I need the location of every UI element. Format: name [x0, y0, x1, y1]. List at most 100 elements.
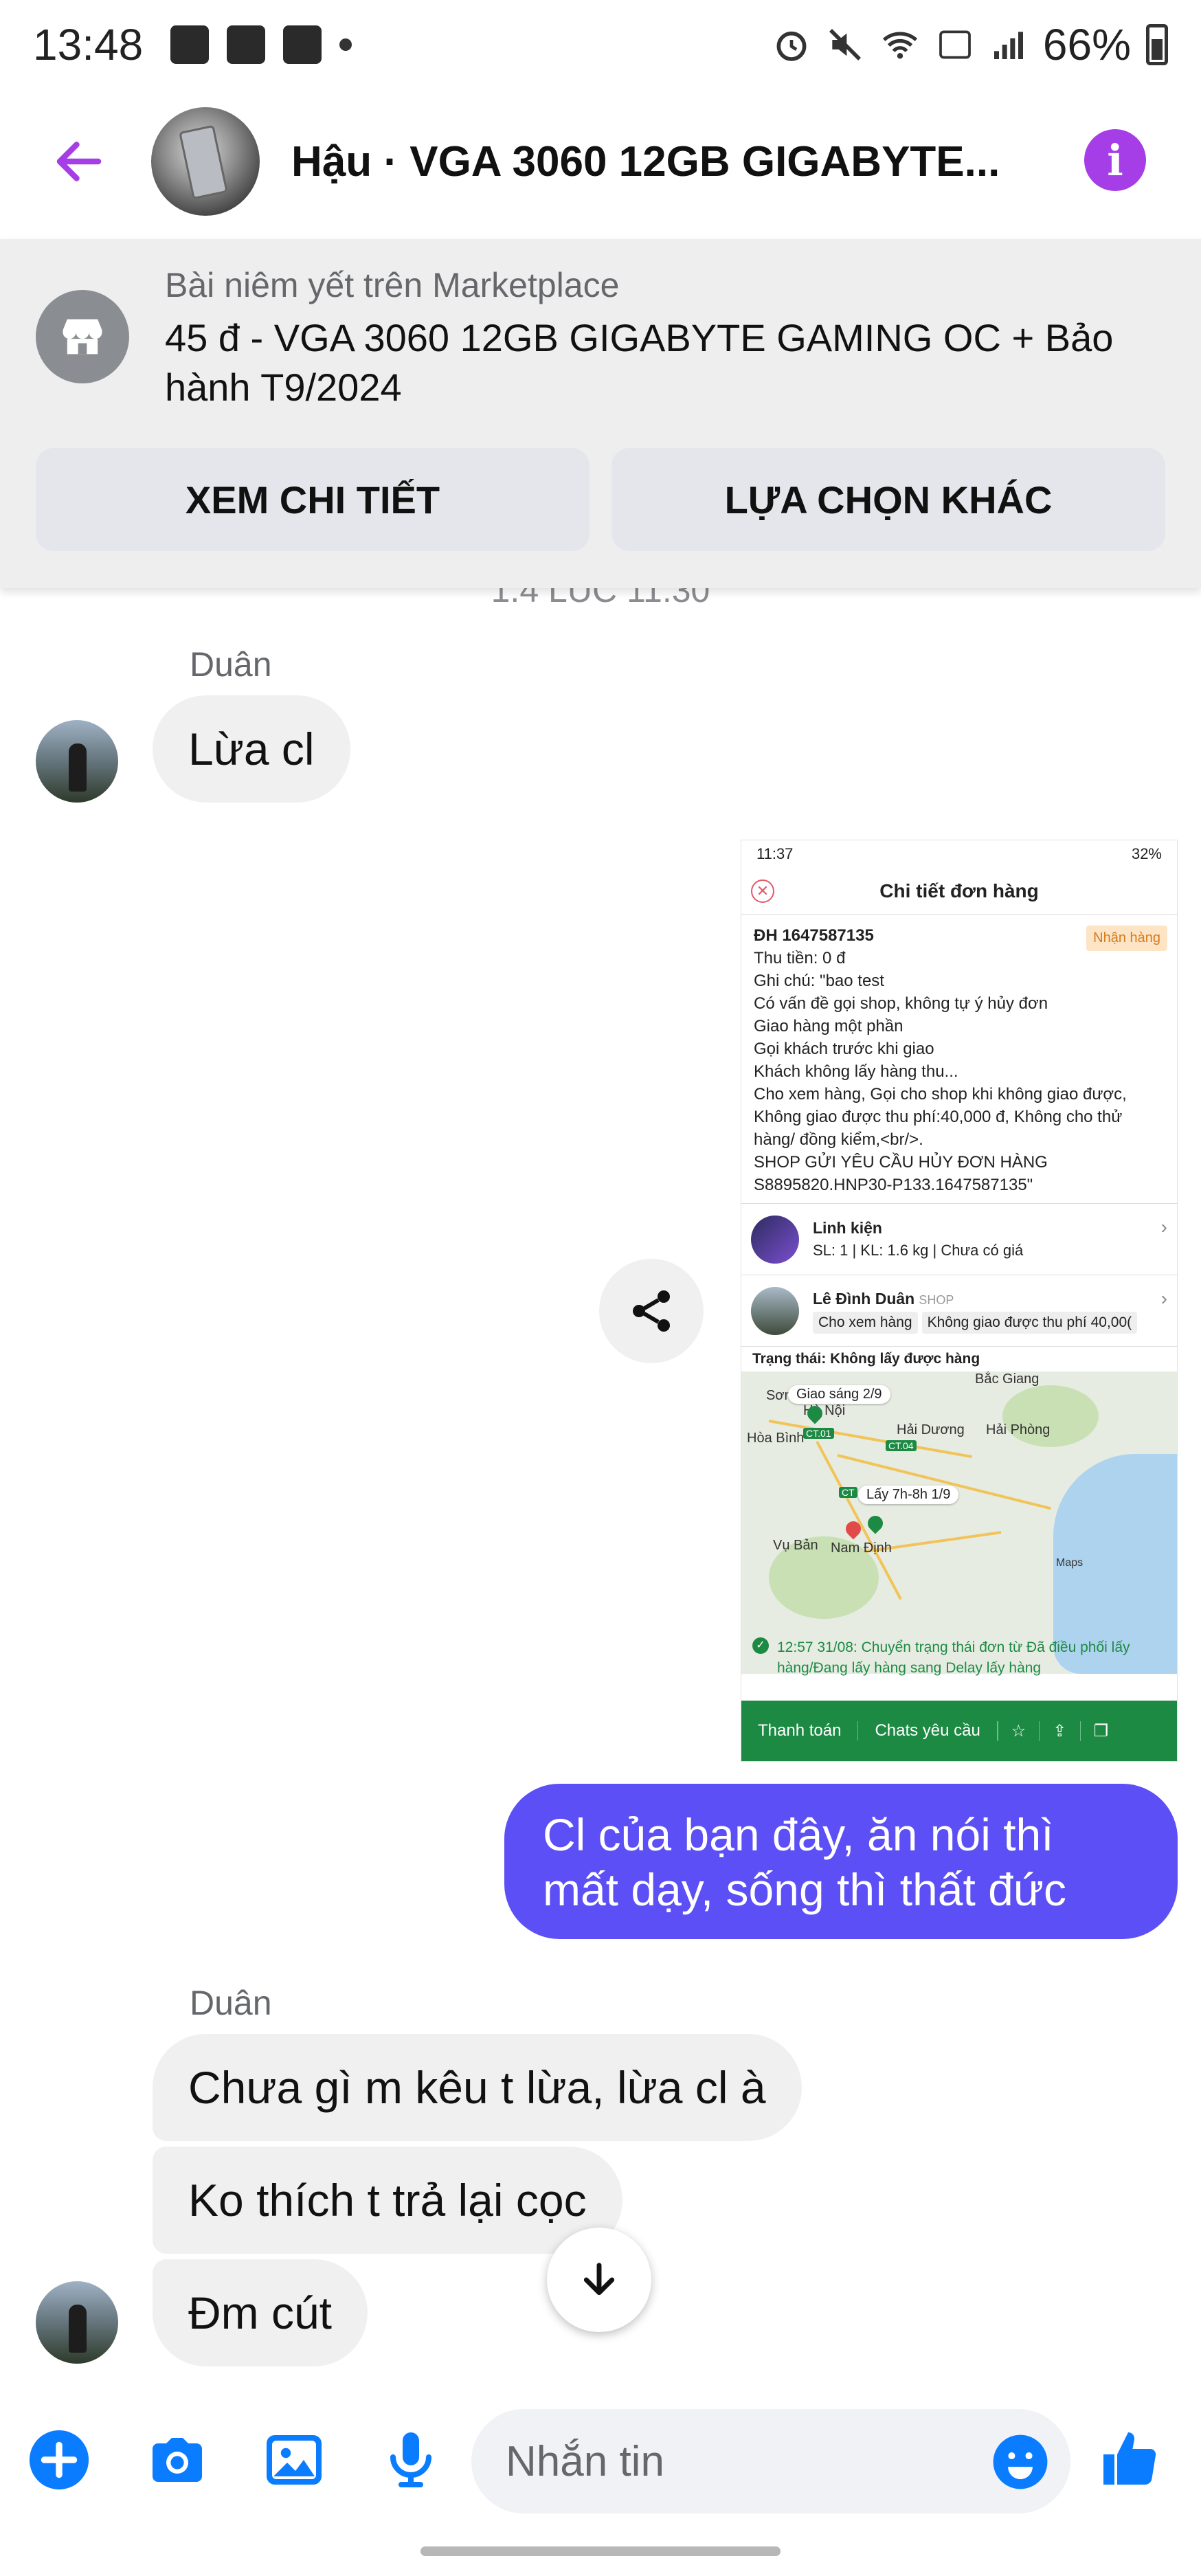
sender-avatar[interactable] [36, 2281, 118, 2364]
marketplace-listing-panel: Bài niêm yết trên Marketplace 45 đ - VGA… [0, 239, 1201, 588]
camera-icon [153, 2438, 202, 2482]
order-info: ĐH 1647587135 Nhận hàng Thu tiền: 0 đ Gh… [741, 915, 1177, 1204]
order-line: Cho xem hàng, Gọi cho shop khi không gia… [754, 1085, 1127, 1104]
volte-icon [939, 30, 971, 59]
order-line: Ghi chú: "bao test [754, 972, 884, 990]
chat-header: Hậu · VGA 3060 12GB GIGABYTE... i [0, 89, 1201, 234]
incoming-message[interactable]: Chưa gì m kêu t lừa, lừa cl à [153, 2034, 802, 2141]
alarm-icon [776, 31, 807, 61]
chevron-right-icon: › [1160, 1288, 1167, 1309]
product-row: Linh kiện SL: 1 | KL: 1.6 kg | Chưa có g… [741, 1204, 1177, 1275]
home-indicator[interactable] [420, 2546, 781, 2556]
product-thumbnail [751, 1215, 799, 1264]
gallery-notification-icon [170, 25, 210, 64]
order-line: Khách không lấy hàng thu... [754, 1062, 958, 1081]
shop-row: Lê Đình Duân SHOP Cho xem hàng Không giao… [741, 1275, 1177, 1347]
map-label: Vụ Bản [773, 1538, 818, 1553]
product-name: Linh kiện [813, 1219, 882, 1237]
share-button[interactable] [599, 1259, 704, 1363]
arrow-down-icon [583, 2263, 615, 2296]
map-label: Hải Dương [897, 1422, 965, 1437]
chat-requests-tab: Chats yêu cầu [858, 1721, 998, 1740]
map-label: Bắc Giang [975, 1371, 1040, 1387]
listing-title: 45 đ - VGA 3060 12GB GIGABYTE GAMING OC … [165, 316, 1114, 409]
image-battery: 32% [1131, 845, 1162, 862]
shop-name: Lê Đình Duân [813, 1290, 915, 1308]
gallery-button[interactable] [260, 2426, 328, 2494]
map-label: Nam Định [831, 1541, 892, 1556]
camera-button[interactable] [143, 2426, 212, 2494]
order-line: S8895820.HNP30-P133.1647587135" [754, 1176, 1033, 1194]
info-button[interactable]: i [1084, 129, 1146, 191]
image-status-bar: 11:37 32% [741, 840, 1177, 868]
incoming-message[interactable]: Lừa cl [153, 695, 350, 803]
status-time: 13:48 [33, 20, 144, 69]
sender-avatar[interactable] [36, 720, 118, 803]
maps-attribution: Maps [1056, 1557, 1084, 1569]
battery-icon [1146, 24, 1168, 65]
outgoing-message[interactable]: Cl của bạn đây, ăn nói thì mất dạy, sống… [504, 1784, 1178, 1939]
pickup-time-pill: Lấy 7h-8h 1/9 [858, 1486, 959, 1504]
marketplace-subtitle: Bài niêm yết trên Marketplace [165, 266, 620, 304]
order-line: SHOP GỬI YÊU CẦU HỦY ĐƠN HÀNG [754, 1153, 1048, 1172]
shop-tag: SHOP [919, 1293, 954, 1307]
marketplace-shop-icon [36, 290, 129, 383]
close-icon: ✕ [751, 879, 774, 903]
status-bar: 13:48 66% [0, 0, 1201, 89]
option-chip: Cho xem hàng [813, 1312, 918, 1334]
like-button[interactable] [1097, 2426, 1165, 2494]
order-status-badge: Nhận hàng [1086, 926, 1167, 951]
share-icon [633, 1290, 670, 1332]
order-line: Gọi khách trước khi giao [754, 1040, 934, 1058]
mute-icon [829, 29, 861, 60]
back-arrow-icon [56, 142, 102, 181]
shopee-notification-icon [227, 25, 266, 64]
option-chip: Không giao được thu phí 40,00( [921, 1312, 1138, 1334]
copy-icon: ❐ [1079, 1721, 1121, 1741]
route-map: Bắc Giang Sơn Tây Giao sáng 2/9 Hà Nội C… [741, 1371, 1177, 1674]
star-icon: ☆ [997, 1721, 1039, 1741]
image-header: ✕ Chi tiết đơn hàng [741, 868, 1177, 915]
signal-icon [994, 32, 1023, 59]
contact-avatar[interactable] [151, 107, 260, 216]
plus-icon [29, 2430, 89, 2490]
upload-icon: ⇪ [1038, 1721, 1080, 1741]
emoji-icon[interactable] [991, 2432, 1050, 2491]
map-label: Hòa Bình [747, 1431, 805, 1446]
message-composer: Nhắn tin [0, 2398, 1201, 2522]
system-icons: 66% [772, 19, 1168, 70]
image-footer: Thanh toán Chats yêu cầu ☆ ⇪ ❐ [741, 1701, 1177, 1761]
order-line: Có vấn đề gọi shop, không tự ý hủy đơn [754, 994, 1048, 1013]
delivery-status: Trạng thái: Không lấy được hàng [752, 1351, 980, 1367]
more-actions-button[interactable] [25, 2426, 93, 2494]
incoming-message[interactable]: Đm cút [153, 2259, 368, 2366]
other-options-button[interactable]: LỰA CHỌN KHÁC [611, 448, 1165, 551]
map-label: Hải Phòng [986, 1422, 1051, 1437]
sender-name: Duân [190, 645, 272, 684]
notification-icons [170, 25, 352, 64]
message-input-placeholder: Nhắn tin [506, 2437, 664, 2485]
image-time: 11:37 [756, 845, 794, 862]
delivery-time-pill: Giao sáng 2/9 [788, 1385, 890, 1404]
chevron-right-icon: › [1160, 1216, 1167, 1237]
voice-button[interactable] [377, 2426, 445, 2494]
chat-title[interactable]: Hậu · VGA 3060 12GB GIGABYTE... [291, 137, 1000, 186]
battery-percent: 66% [1042, 20, 1131, 69]
message-input[interactable]: Nhắn tin [471, 2409, 1070, 2513]
view-details-button[interactable]: XEM CHI TIẾT [36, 448, 590, 551]
order-line: Không giao được thu phí:40,000 đ, Không … [754, 1108, 1123, 1126]
scroll-to-bottom-button[interactable] [547, 2228, 651, 2332]
order-line: Giao hàng một phần [754, 1017, 903, 1035]
shared-image-order-details[interactable]: 11:37 32% ✕ Chi tiết đơn hàng ĐH 1647587… [741, 840, 1178, 1762]
shop-avatar [751, 1286, 799, 1335]
sender-name: Duân [190, 1984, 272, 2022]
order-line: hàng/ đồng kiểm,<br/>. [754, 1130, 923, 1149]
video-notification-icon [283, 25, 322, 64]
status-log: 12:57 31/08: Chuyển trạng thái đơn từ Đã… [741, 1631, 1177, 1687]
more-notifications-icon [339, 38, 352, 51]
back-button[interactable] [48, 131, 110, 192]
incoming-message[interactable]: Ko thích t trả lại cọc [153, 2147, 622, 2254]
image-icon [267, 2435, 322, 2485]
payment-tab: Thanh toán [741, 1721, 859, 1740]
info-icon: i [1107, 135, 1123, 186]
